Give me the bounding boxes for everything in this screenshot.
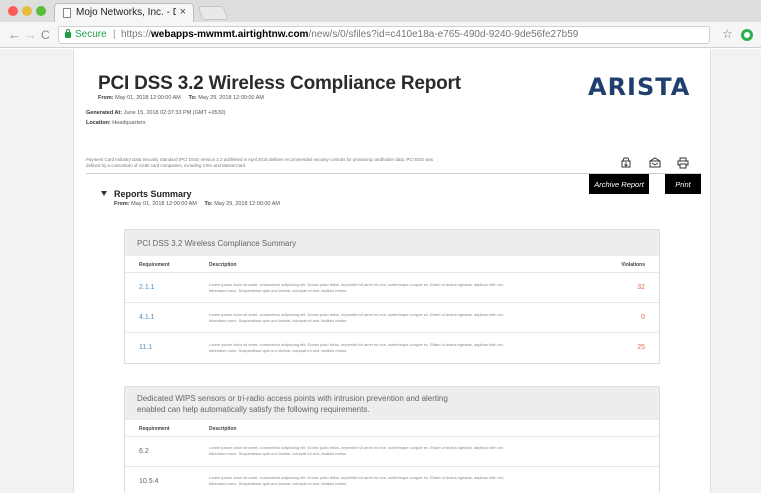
separator: | [113, 29, 116, 40]
report-date-range: From: May 01, 2018 12:00:00 AM To: May 2… [98, 95, 264, 101]
location: Location: Headquarters [86, 120, 146, 126]
browser-tab-bar: Mojo Networks, Inc. - DoD Dire × [0, 0, 761, 22]
table-header-row: Requirement Description Violations [125, 256, 659, 273]
requirement-link[interactable]: 4.1.1 [139, 314, 155, 321]
wips-title-line-1: Dedicated WIPS sensors or tri-radio acce… [137, 393, 448, 403]
forward-arrow-icon[interactable]: → [24, 27, 37, 42]
address-bar[interactable]: Secure | https://webapps-mwmmt.airtightn… [58, 26, 710, 44]
browser-toolbar: ← → C Secure | https://webapps-mwmmt.air… [0, 22, 761, 48]
requirement-description: Lorem ipsum dolor sit amet, consectetur … [209, 475, 504, 486]
wips-card-header: Dedicated WIPS sensors or tri-radio acce… [125, 387, 659, 420]
requirement-id: 10.5.4 [139, 478, 159, 485]
report-title: PCI DSS 3.2 Wireless Compliance Report [98, 73, 461, 94]
table-row: 11.1 Lorem ipsum dolor sit amet, consect… [125, 333, 659, 363]
summary-date-range: From: May 01, 2018 12:00:00 AM To: May 2… [114, 201, 280, 207]
requirement-description: Lorem ipsum dolor sit amet, consectetur … [209, 445, 504, 456]
browser-tab[interactable]: Mojo Networks, Inc. - DoD Dire × [54, 3, 194, 22]
maximize-window-button[interactable] [36, 6, 46, 16]
violation-count: 32 [637, 284, 645, 291]
col-violations: Violations [621, 262, 645, 268]
bookmark-star-icon[interactable]: ☆ [722, 27, 733, 41]
requirement-description: Lorem ipsum dolor sit amet, consectetur … [209, 282, 504, 293]
archive-report-tooltip: Archive Report [589, 174, 649, 194]
url-text[interactable]: https://webapps-mwmmt.airtightnw.com/new… [121, 29, 578, 40]
generated-at: Generated At: June 15, 2018 02:37:33 PM … [86, 110, 226, 116]
table-row: 2.1.1 Lorem ipsum dolor sit amet, consec… [125, 273, 659, 303]
table-row: 6.2 Lorem ipsum dolor sit amet, consecte… [125, 437, 659, 467]
requirement-description: Lorem ipsum dolor sit amet, consectetur … [209, 312, 504, 323]
table-row: 10.5.4 Lorem ipsum dolor sit amet, conse… [125, 467, 659, 493]
close-window-button[interactable] [8, 6, 18, 16]
tab-title: Mojo Networks, Inc. - DoD Dire [76, 7, 176, 18]
arista-logo: ARISTA [588, 73, 691, 101]
col-requirement: Requirement [139, 262, 170, 268]
col-description: Description [209, 262, 237, 268]
archive-icon[interactable] [620, 157, 632, 169]
minimize-window-button[interactable] [22, 6, 32, 16]
table-row: 4.1.1 Lorem ipsum dolor sit amet, consec… [125, 303, 659, 333]
violation-count: 25 [637, 344, 645, 351]
requirement-link[interactable]: 2.1.1 [139, 284, 155, 291]
col-requirement: Requirement [139, 426, 170, 432]
right-margin [710, 49, 761, 493]
compliance-summary-title: PCI DSS 3.2 Wireless Compliance Summary [125, 230, 659, 256]
secure-label: Secure [75, 29, 107, 40]
print-icon[interactable] [677, 157, 689, 169]
lock-icon [65, 29, 71, 38]
wips-title-line-2: enabled can help automatically satisfy t… [137, 404, 370, 414]
requirement-description: Lorem ipsum dolor sit amet, consectetur … [209, 342, 504, 353]
extension-icon[interactable] [741, 29, 753, 41]
reports-summary-heading[interactable]: Reports Summary [114, 189, 192, 199]
tab-close-icon[interactable]: × [180, 6, 186, 18]
page-icon [63, 8, 71, 18]
requirement-id: 6.2 [139, 448, 149, 455]
back-arrow-icon[interactable]: ← [8, 27, 21, 42]
wips-requirements-card: Dedicated WIPS sensors or tri-radio acce… [124, 386, 660, 493]
requirement-link[interactable]: 11.1 [139, 344, 152, 351]
print-tooltip: Print [665, 174, 701, 194]
disclaimer-text: Payment Card Industry Data Security Stan… [86, 157, 434, 168]
violation-count: 0 [641, 314, 645, 321]
col-description: Description [209, 426, 237, 432]
reload-icon[interactable]: C [41, 28, 50, 42]
left-margin [0, 49, 74, 493]
table-header-row: Requirement Description [125, 420, 659, 437]
collapse-triangle-icon[interactable] [101, 191, 107, 196]
compliance-summary-card: PCI DSS 3.2 Wireless Compliance Summary … [124, 229, 660, 364]
new-tab-button[interactable] [197, 6, 229, 20]
email-icon[interactable] [649, 157, 661, 169]
